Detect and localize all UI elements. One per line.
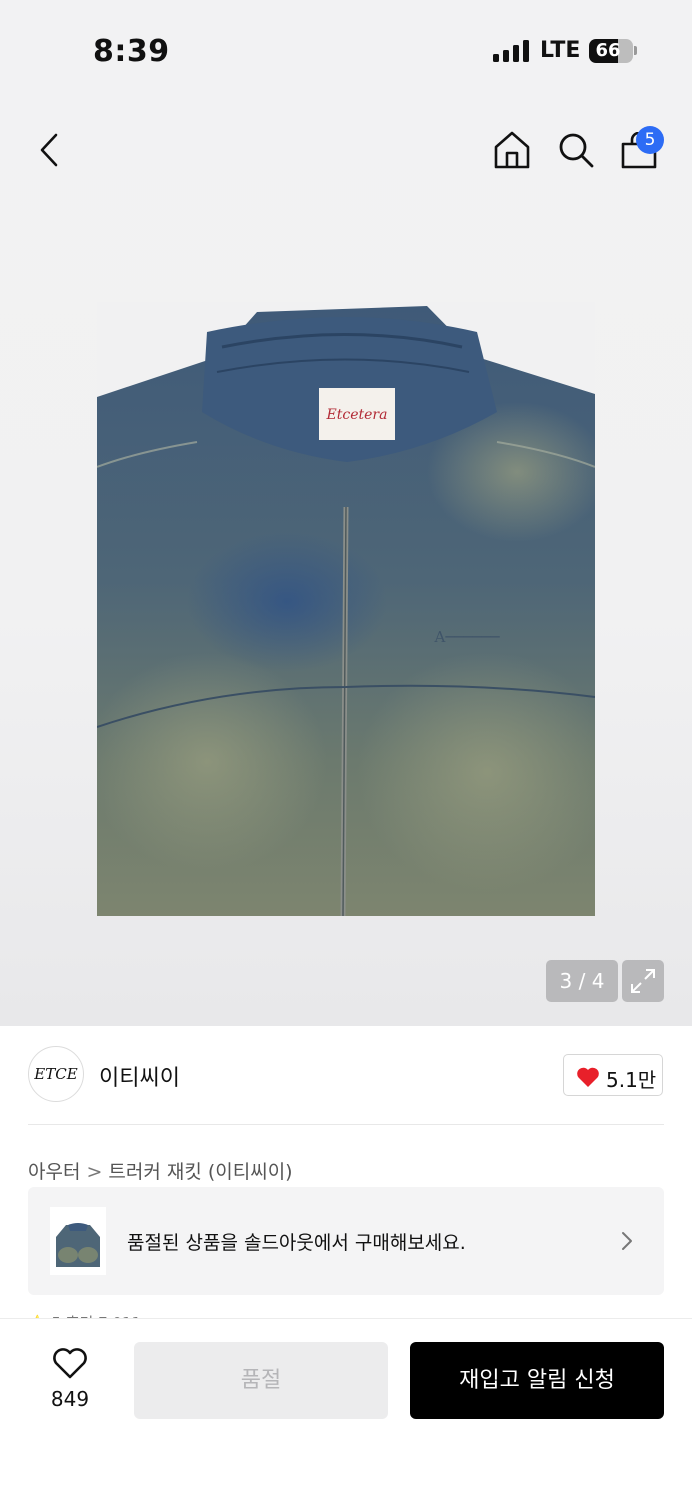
- bottom-action-bar: 849 품절 재입고 알림 신청: [0, 1318, 692, 1500]
- signal-icon: [493, 40, 529, 62]
- brand-like-count: 5.1만: [606, 1068, 657, 1092]
- brand-row[interactable]: ETCE 이티씨이 5.1만: [0, 1026, 692, 1126]
- brand-logo[interactable]: ETCE: [28, 1046, 84, 1102]
- chevron-right-icon: [622, 1232, 632, 1250]
- home-icon: [494, 131, 530, 169]
- product-thumbnail: [50, 1207, 106, 1275]
- search-button[interactable]: [556, 130, 596, 170]
- brand-like-button[interactable]: 5.1만: [563, 1054, 663, 1096]
- image-pager: 3 / 4: [546, 960, 618, 1002]
- network-type: LTE: [540, 38, 581, 63]
- brand-name[interactable]: 이티씨이: [99, 1060, 180, 1092]
- jacket-embroidery: A──────: [433, 628, 500, 646]
- soldout-button: 품절: [134, 1342, 388, 1419]
- expand-icon: [631, 969, 655, 993]
- breadcrumb-product[interactable]: 트러커 재킷 (이티씨이): [108, 1161, 292, 1183]
- breadcrumb-category[interactable]: 아우터: [28, 1161, 80, 1183]
- heart-outline-icon: [53, 1348, 87, 1379]
- breadcrumb-separator: >: [86, 1161, 103, 1183]
- expand-button[interactable]: [622, 960, 664, 1002]
- jacket-label-text: Etcetera: [326, 407, 388, 423]
- heart-filled-icon: [577, 1067, 599, 1087]
- soldout-card-message: 품절된 상품을 솔드아웃에서 구매해보세요.: [127, 1232, 466, 1254]
- restock-alert-button[interactable]: 재입고 알림 신청: [410, 1342, 664, 1419]
- home-button[interactable]: [492, 130, 532, 170]
- soldout-marketplace-card[interactable]: 품절된 상품을 솔드아웃에서 구매해보세요.: [28, 1187, 664, 1295]
- battery-icon: 66: [589, 39, 633, 63]
- wishlist-count: 849: [50, 1387, 90, 1411]
- breadcrumb: 아우터 > 트러커 재킷 (이티씨이): [28, 1157, 293, 1184]
- battery-nub: [634, 46, 637, 55]
- status-time: 8:39: [93, 34, 170, 69]
- status-bar: 8:39 LTE 66: [0, 0, 692, 100]
- wishlist-button[interactable]: 849: [30, 1347, 110, 1427]
- back-button[interactable]: [36, 132, 62, 168]
- cart-count-badge: 5: [636, 126, 664, 154]
- product-image[interactable]: Etcetera A──────: [97, 302, 595, 916]
- chevron-left-icon: [40, 133, 58, 167]
- search-icon: [559, 133, 594, 168]
- divider: [28, 1124, 664, 1125]
- battery-level: 66: [595, 40, 621, 61]
